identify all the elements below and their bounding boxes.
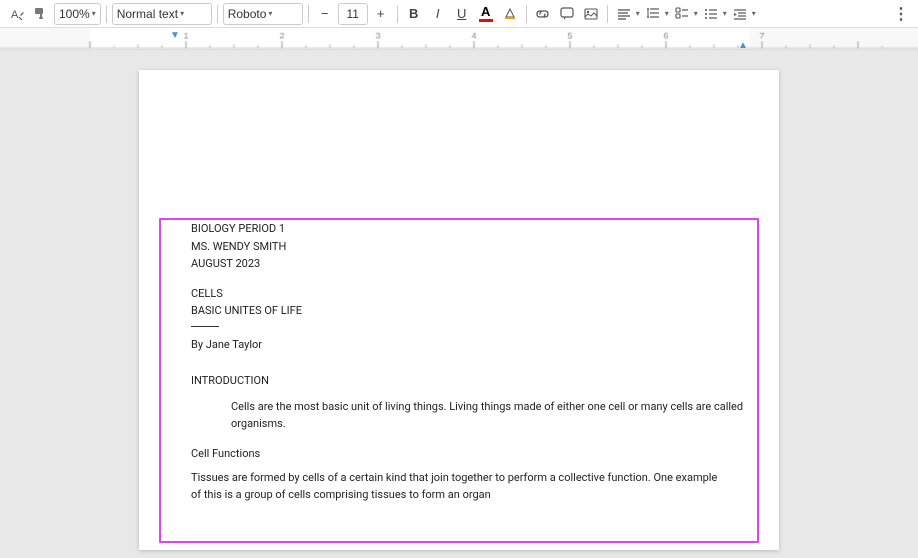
zoom-chevron: ▾ — [92, 9, 96, 18]
title-line1: CELLS — [191, 285, 749, 303]
font-value: Roboto — [228, 7, 267, 21]
font-size-plus-button[interactable]: + — [370, 3, 392, 25]
paint-format-icon[interactable] — [30, 3, 52, 25]
link-button[interactable] — [532, 3, 554, 25]
left-indent-marker[interactable]: ▼ — [170, 30, 180, 41]
svg-text:A: A — [11, 9, 19, 21]
font-size-input[interactable]: 11 — [338, 3, 368, 25]
ruler-canvas — [0, 28, 918, 49]
toolbar: A 100% ▾ Normal text ▾ Roboto ▾ − 11 + B… — [0, 0, 918, 28]
align-button[interactable] — [613, 3, 635, 25]
intro-paragraph: Cells are the most basic unit of living … — [191, 398, 749, 432]
highlight-button[interactable] — [499, 3, 521, 25]
bold-button[interactable]: B — [403, 3, 425, 25]
font-dropdown[interactable]: Roboto ▾ — [223, 3, 303, 25]
separator-2 — [217, 5, 218, 23]
document-header: BIOLOGY PERIOD 1 MS. WENDY SMITH AUGUST … — [169, 220, 749, 273]
font-chevron: ▾ — [268, 9, 272, 18]
text-style-dropdown[interactable]: Normal text ▾ — [112, 3, 212, 25]
checklist-chevron: ▾ — [694, 9, 698, 18]
zoom-value: 100% — [59, 7, 90, 21]
more-options-button[interactable]: ⋮ — [890, 3, 912, 25]
intro-section: INTRODUCTION Cells are the most basic un… — [169, 373, 749, 432]
line-spacing-button[interactable] — [642, 3, 664, 25]
below-content: Cell Functions Tissues are formed by cel… — [169, 446, 749, 503]
document-divider — [191, 326, 219, 327]
ruler: ▼ ▲ — [0, 28, 918, 50]
list-chevron: ▾ — [723, 9, 727, 18]
text-style-value: Normal text — [117, 7, 178, 21]
comment-button[interactable] — [556, 3, 578, 25]
separator-4 — [397, 5, 398, 23]
header-line2: MS. WENDY SMITH — [191, 238, 749, 256]
separator-5 — [526, 5, 527, 23]
separator-3 — [308, 5, 309, 23]
underline-button[interactable]: U — [451, 3, 473, 25]
below-paragraph: Tissues are formed by cells of a certain… — [191, 469, 727, 503]
below-heading: Cell Functions — [191, 446, 727, 463]
document-author: By Jane Taylor — [169, 337, 749, 354]
separator-1 — [106, 5, 107, 23]
indent-button[interactable] — [729, 3, 751, 25]
checklist-button[interactable] — [671, 3, 693, 25]
font-color-button[interactable]: A — [475, 5, 497, 22]
font-color-letter: A — [481, 5, 490, 18]
text-style-chevron: ▾ — [180, 9, 184, 18]
document-area[interactable]: BIOLOGY PERIOD 1 MS. WENDY SMITH AUGUST … — [0, 50, 918, 558]
author-text: By Jane Taylor — [191, 337, 749, 354]
list-button[interactable] — [700, 3, 722, 25]
font-color-bar — [479, 19, 493, 22]
document-content: BIOLOGY PERIOD 1 MS. WENDY SMITH AUGUST … — [169, 220, 749, 432]
right-indent-marker[interactable]: ▲ — [738, 40, 748, 50]
document-page: BIOLOGY PERIOD 1 MS. WENDY SMITH AUGUST … — [139, 70, 779, 550]
separator-6 — [607, 5, 608, 23]
header-line3: AUGUST 2023 — [191, 255, 749, 273]
header-line1: BIOLOGY PERIOD 1 — [191, 220, 749, 238]
spellcheck-icon[interactable]: A — [6, 3, 28, 25]
document-title-block: CELLS BASIC UNITES OF LIFE — [169, 285, 749, 320]
zoom-dropdown[interactable]: 100% ▾ — [54, 3, 101, 25]
intro-heading: INTRODUCTION — [191, 373, 749, 390]
title-line2: BASIC UNITES OF LIFE — [191, 302, 749, 320]
align-chevron: ▾ — [636, 9, 640, 18]
indent-chevron: ▾ — [752, 9, 756, 18]
italic-button[interactable]: I — [427, 3, 449, 25]
image-button[interactable] — [580, 3, 602, 25]
font-size-minus-button[interactable]: − — [314, 3, 336, 25]
line-spacing-chevron: ▾ — [665, 9, 669, 18]
